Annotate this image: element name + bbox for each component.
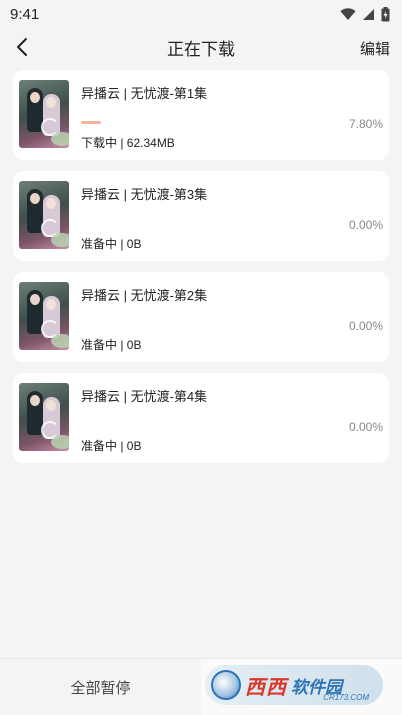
download-status: 准备中 | 0B bbox=[81, 338, 142, 352]
wifi-icon bbox=[340, 7, 356, 20]
edit-button[interactable]: 编辑 bbox=[360, 38, 390, 59]
download-list: 异播云 | 无忧渡-第1集 7.80% 下载中 | 62.34MB 异播云 | … bbox=[13, 70, 389, 474]
episode-title: 异播云 | 无忧渡-第1集 bbox=[81, 86, 208, 101]
download-progress-bar bbox=[81, 323, 339, 326]
download-item[interactable]: 异播云 | 无忧渡-第4集 0.00% 准备中 | 0B bbox=[13, 373, 389, 463]
episode-thumbnail bbox=[19, 383, 69, 451]
cellular-signal-icon bbox=[363, 8, 374, 20]
status-icons bbox=[340, 6, 390, 22]
page-title: 正在下载 bbox=[167, 39, 235, 59]
download-status: 准备中 | 0B bbox=[81, 439, 142, 453]
episode-title: 异播云 | 无忧渡-第4集 bbox=[81, 389, 208, 404]
bottom-right-area: 西西 软件园 CR173.COM bbox=[201, 659, 402, 715]
download-percent: 0.00% bbox=[348, 319, 383, 333]
battery-icon bbox=[381, 6, 390, 21]
episode-thumbnail bbox=[19, 282, 69, 350]
nav-bar: 正在下载 编辑 bbox=[0, 30, 402, 64]
download-progress-bar bbox=[81, 222, 339, 225]
watermark-url: CR173.COM bbox=[323, 693, 369, 702]
download-progress-bar bbox=[81, 121, 339, 124]
episode-title: 异播云 | 无忧渡-第3集 bbox=[81, 187, 208, 202]
download-percent: 0.00% bbox=[348, 420, 383, 434]
bottom-bar: 全部暂停 西西 软件园 CR173.COM bbox=[0, 658, 402, 715]
download-status: 准备中 | 0B bbox=[81, 237, 142, 251]
download-status: 下载中 | 62.34MB bbox=[81, 136, 175, 150]
status-bar: 9:41 bbox=[0, 0, 402, 28]
back-arrow-icon[interactable] bbox=[12, 36, 34, 58]
download-item[interactable]: 异播云 | 无忧渡-第1集 7.80% 下载中 | 62.34MB bbox=[13, 70, 389, 160]
download-progress-bar bbox=[81, 424, 339, 427]
episode-thumbnail bbox=[19, 181, 69, 249]
watermark-brand: 西西 bbox=[245, 676, 287, 699]
episode-thumbnail bbox=[19, 80, 69, 148]
download-item[interactable]: 异播云 | 无忧渡-第2集 0.00% 准备中 | 0B bbox=[13, 272, 389, 362]
download-percent: 7.80% bbox=[348, 117, 383, 131]
download-progress-fill bbox=[81, 121, 102, 124]
episode-title: 异播云 | 无忧渡-第2集 bbox=[81, 288, 208, 303]
status-time: 9:41 bbox=[10, 5, 40, 23]
download-percent: 0.00% bbox=[348, 218, 383, 232]
watermark-emblem-icon bbox=[211, 670, 241, 700]
pause-all-button[interactable]: 全部暂停 bbox=[0, 659, 201, 715]
download-item[interactable]: 异播云 | 无忧渡-第3集 0.00% 准备中 | 0B bbox=[13, 171, 389, 261]
watermark-logo: 西西 软件园 CR173.COM bbox=[205, 665, 383, 705]
